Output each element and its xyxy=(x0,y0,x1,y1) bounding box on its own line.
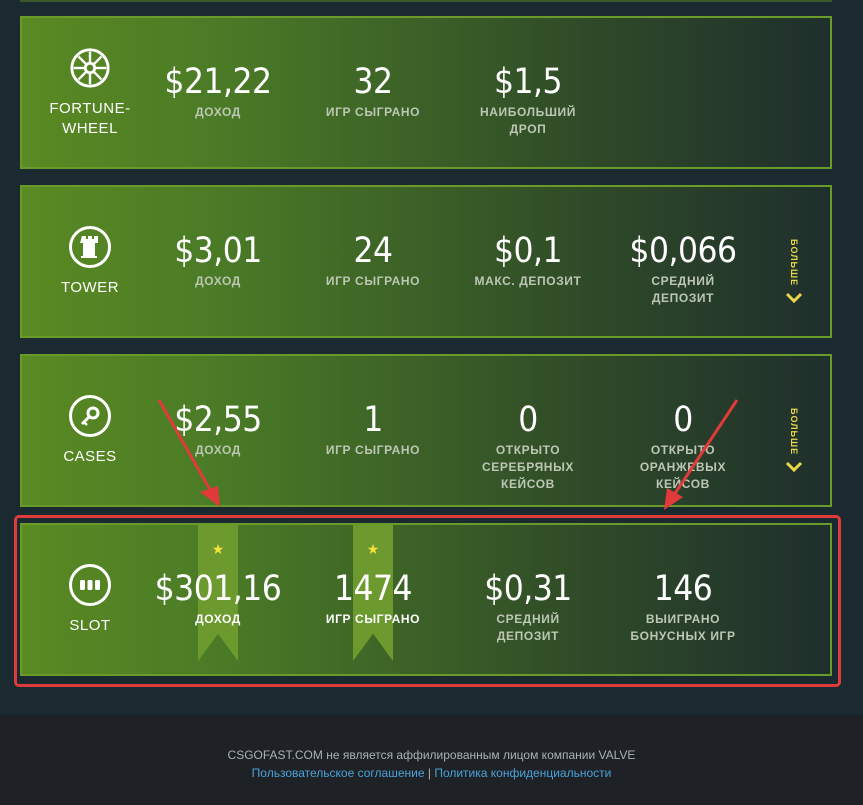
stat-label: ИГР СЫГРАНО xyxy=(325,274,421,288)
chevron-down-icon xyxy=(785,293,803,304)
stat-value: $1,5 xyxy=(493,62,563,102)
stat-value: $0,066 xyxy=(629,231,737,271)
more-button[interactable]: БОЛЬШЕ xyxy=(785,239,803,304)
footer: CSGOFAST.COM не является аффилированным … xyxy=(0,715,863,805)
game-name: CASES xyxy=(63,447,117,465)
stat-label: ИГР СЫГРАНО xyxy=(325,105,421,119)
game-name: TOWER xyxy=(60,278,120,296)
stat-value: 1 xyxy=(363,400,383,440)
stat-label: СРЕДНИЙ ДЕПОЗИТ xyxy=(651,274,715,305)
stat-income: $21,22 ДОХОД xyxy=(143,62,293,121)
stats-card-cases: CASES $2,55 ДОХОД 1 ИГР СЫГРАНО 0 ОТКРЫТ… xyxy=(20,354,832,507)
stat-max-deposit: $0,1 МАКС. ДЕПОЗИТ xyxy=(453,231,603,290)
highlight-box xyxy=(14,515,841,687)
stat-value: 32 xyxy=(353,62,393,102)
stat-silver-cases: 0 ОТКРЫТО СЕРЕБРЯНЫХ КЕЙСОВ xyxy=(453,400,603,493)
stat-value: 0 xyxy=(518,400,538,440)
more-button[interactable]: БОЛЬШЕ xyxy=(785,408,803,473)
stats-card-fortune-wheel: FORTUNE- WHEEL $21,22 ДОХОД 32 ИГР СЫГРА… xyxy=(20,16,832,169)
stat-value: 24 xyxy=(353,231,393,271)
stat-value: $3,01 xyxy=(174,231,262,271)
stat-label: ДОХОД xyxy=(195,274,241,288)
stat-games-played: 24 ИГР СЫГРАНО xyxy=(298,231,448,290)
footer-links: Пользовательское соглашение | Политика к… xyxy=(0,766,863,780)
key-icon xyxy=(69,394,111,437)
stat-income: $3,01 ДОХОД xyxy=(143,231,293,290)
stat-label: МАКС. ДЕПОЗИТ xyxy=(474,274,582,288)
stat-label: НАИБОЛЬШИЙ ДРОП xyxy=(480,105,576,136)
stat-value: 0 xyxy=(673,400,693,440)
stat-value: $2,55 xyxy=(174,400,262,440)
tower-icon xyxy=(69,225,111,268)
stats-card-tower: TOWER $3,01 ДОХОД 24 ИГР СЫГРАНО $0,1 МА… xyxy=(20,185,832,338)
stat-avg-deposit: $0,066 СРЕДНИЙ ДЕПОЗИТ xyxy=(608,231,758,307)
fortune-wheel-icon xyxy=(69,47,111,89)
card-top-fragment xyxy=(20,0,832,2)
stat-label: ИГР СЫГРАНО xyxy=(325,443,421,457)
stat-orange-cases: 0 ОТКРЫТО ОРАНЖЕВЫХ КЕЙСОВ xyxy=(608,400,758,493)
stat-games-played: 32 ИГР СЫГРАНО xyxy=(298,62,448,121)
stat-biggest-drop: $1,5 НАИБОЛЬШИЙ ДРОП xyxy=(453,62,603,138)
more-label: БОЛЬШЕ xyxy=(789,408,799,456)
stat-income: $2,55 ДОХОД xyxy=(143,400,293,459)
more-label: БОЛЬШЕ xyxy=(789,239,799,287)
stat-label: ДОХОД xyxy=(195,105,241,119)
stat-label: ОТКРЫТО ОРАНЖЕВЫХ КЕЙСОВ xyxy=(639,443,727,491)
game-column: TOWER xyxy=(22,187,158,336)
stat-value: $0,1 xyxy=(493,231,563,271)
chevron-down-icon xyxy=(785,462,803,473)
privacy-link[interactable]: Политика конфиденциальности xyxy=(434,766,611,780)
stat-games-played: 1 ИГР СЫГРАНО xyxy=(298,400,448,459)
stat-value: $21,22 xyxy=(164,62,272,102)
footer-separator: | xyxy=(427,766,431,780)
game-column: FORTUNE- WHEEL xyxy=(22,18,158,167)
game-name: FORTUNE- WHEEL xyxy=(49,99,131,137)
terms-link[interactable]: Пользовательское соглашение xyxy=(252,766,425,780)
stat-label: ОТКРЫТО СЕРЕБРЯНЫХ КЕЙСОВ xyxy=(481,443,575,491)
stat-label: ДОХОД xyxy=(195,443,241,457)
game-column: CASES xyxy=(22,356,158,505)
footer-disclaimer: CSGOFAST.COM не является аффилированным … xyxy=(227,748,636,762)
